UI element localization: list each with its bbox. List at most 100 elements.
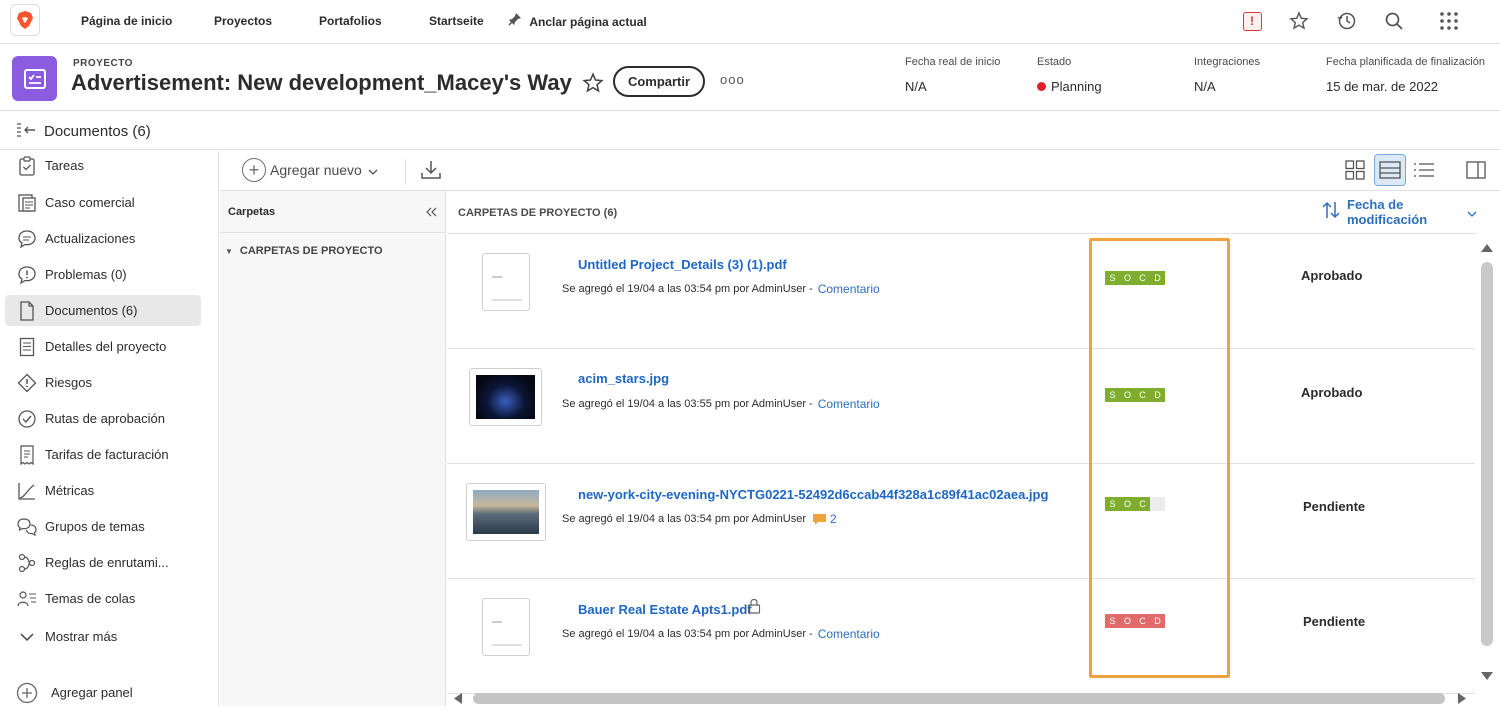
sidebar-item-label: Riesgos bbox=[45, 375, 92, 390]
favorite-star-icon[interactable] bbox=[582, 72, 604, 94]
details-icon bbox=[16, 336, 38, 358]
list-view-icon[interactable] bbox=[1408, 154, 1440, 186]
meta-label: Fecha planificada de finalización bbox=[1326, 56, 1485, 68]
sidebar-item[interactable]: Temas de colas bbox=[5, 583, 201, 614]
share-button[interactable]: Compartir bbox=[613, 66, 705, 97]
chevron-down-icon bbox=[368, 162, 378, 178]
meta-label: Integraciones bbox=[1194, 56, 1261, 68]
double-chevron-left-icon[interactable] bbox=[425, 204, 437, 220]
nav-home[interactable]: Página de inicio bbox=[81, 14, 172, 28]
nav-startseite[interactable]: Startseite bbox=[429, 14, 484, 28]
folders-title: Carpetas bbox=[228, 205, 276, 218]
scroll-left-arrow-icon[interactable] bbox=[453, 692, 463, 710]
risk-diamond-icon bbox=[16, 372, 38, 394]
comment-bubble-icon[interactable] bbox=[812, 513, 827, 526]
comment-link[interactable]: Comentario bbox=[818, 282, 880, 296]
document-name-link[interactable]: acim_stars.jpg bbox=[578, 371, 669, 386]
vertical-scrollbar[interactable] bbox=[1478, 238, 1498, 683]
status-value[interactable]: Planning bbox=[1037, 79, 1102, 94]
top-navigation: Página de inicio Proyectos Portafolios S… bbox=[0, 0, 1500, 44]
add-new-button[interactable]: + Agregar nuevo bbox=[242, 158, 378, 182]
document-row[interactable]: Bauer Real Estate Apts1.pdf Se agregó el … bbox=[447, 579, 1475, 694]
plus-circle-icon: + bbox=[242, 158, 266, 182]
comment-count[interactable]: 2 bbox=[830, 512, 837, 526]
scroll-down-arrow-icon[interactable] bbox=[1480, 668, 1494, 686]
search-icon[interactable] bbox=[1383, 10, 1405, 32]
pin-page-button[interactable]: Anclar página actual bbox=[508, 12, 647, 29]
rows-view-icon[interactable] bbox=[1374, 154, 1406, 186]
sidebar-item[interactable]: Riesgos bbox=[5, 367, 201, 398]
meta-planned-completion: Fecha planificada de finalización 15 de … bbox=[1326, 56, 1485, 94]
folder-project-folders[interactable]: ▼ CARPETAS DE PROYECTO bbox=[220, 233, 445, 257]
list-header: CARPETAS DE PROYECTO (6) Fecha de modifi… bbox=[447, 191, 1477, 234]
sidebar-item[interactable]: Caso comercial bbox=[5, 187, 201, 218]
apps-grid-icon[interactable] bbox=[1438, 10, 1460, 32]
history-icon[interactable] bbox=[1336, 10, 1358, 32]
sidebar-item-label: Detalles del proyecto bbox=[45, 339, 167, 354]
add-panel-button[interactable]: Agregar panel bbox=[5, 677, 201, 708]
sort-dropdown[interactable]: Fecha de modificación bbox=[1321, 197, 1477, 227]
add-panel-label: Agregar panel bbox=[51, 685, 133, 700]
approval-status: Pendiente bbox=[1303, 614, 1366, 629]
added-by-text: Se agregó el 19/04 a las 03:54 pm por Ad… bbox=[562, 628, 813, 640]
documents-toolbar: + Agregar nuevo bbox=[220, 151, 1500, 191]
sidebar-item-label: Mostrar más bbox=[45, 629, 118, 644]
collapse-panel-icon[interactable] bbox=[15, 122, 37, 140]
sidebar-item-label: Reglas de enrutami... bbox=[45, 555, 169, 570]
sidebar-item[interactable]: Documentos (6) bbox=[5, 295, 201, 326]
meta-value: 15 de mar. de 2022 bbox=[1326, 79, 1439, 94]
section-header: Documentos (6) bbox=[0, 112, 1500, 150]
nav-portfolios[interactable]: Portafolios bbox=[319, 14, 382, 28]
comment-link[interactable]: Comentario bbox=[818, 627, 880, 641]
document-thumbnail[interactable] bbox=[482, 598, 530, 656]
document-name-link[interactable]: Bauer Real Estate Apts1.pdf bbox=[578, 602, 752, 617]
sidebar-item[interactable]: Rutas de aprobación bbox=[5, 403, 201, 434]
document-row[interactable]: acim_stars.jpg Se agregó el 19/04 a las 0… bbox=[447, 349, 1475, 464]
document-row[interactable]: Untitled Project_Details (3) (1).pdf Se a… bbox=[447, 234, 1475, 349]
sidebar-item-label: Documentos (6) bbox=[45, 303, 138, 318]
meta-value: N/A bbox=[905, 79, 927, 94]
document-info: Se agregó el 19/04 a las 03:54 pm por Ad… bbox=[562, 282, 880, 296]
nav-projects[interactable]: Proyectos bbox=[214, 14, 272, 28]
metrics-curve-icon bbox=[16, 480, 38, 502]
brave-logo-icon[interactable] bbox=[10, 4, 40, 36]
added-by-text: Se agregó el 19/04 a las 03:54 pm por Ad… bbox=[562, 283, 813, 295]
document-name-link[interactable]: Untitled Project_Details (3) (1).pdf bbox=[578, 257, 787, 272]
scrollbar-thumb[interactable] bbox=[473, 693, 1445, 704]
added-by-text: Se agregó el 19/04 a las 03:55 pm por Ad… bbox=[562, 398, 813, 410]
sidebar-item[interactable]: Grupos de temas bbox=[5, 511, 201, 542]
sidebar-item[interactable]: Reglas de enrutami... bbox=[5, 547, 201, 578]
horizontal-scrollbar[interactable] bbox=[447, 690, 1477, 706]
topic-groups-icon bbox=[16, 516, 38, 538]
scroll-up-arrow-icon[interactable] bbox=[1480, 240, 1494, 258]
alert-icon[interactable]: ! bbox=[1241, 10, 1263, 32]
grid-view-icon[interactable] bbox=[1339, 154, 1371, 186]
scrollbar-thumb[interactable] bbox=[1481, 262, 1493, 646]
scroll-right-arrow-icon[interactable] bbox=[1457, 692, 1467, 710]
comment-link[interactable]: Comentario bbox=[818, 397, 880, 411]
star-icon[interactable] bbox=[1288, 10, 1310, 32]
sort-arrows-icon bbox=[1321, 200, 1341, 225]
left-sidebar: Tareas Caso comercial Actualizaciones Probl… bbox=[0, 151, 219, 706]
document-thumbnail[interactable] bbox=[482, 253, 530, 311]
alert-badge: ! bbox=[1242, 11, 1262, 31]
document-name-link[interactable]: new-york-city-evening-NYCTG0221-52492d6c… bbox=[578, 487, 1048, 502]
clipboard-icon bbox=[16, 155, 38, 177]
document-row[interactable]: new-york-city-evening-NYCTG0221-52492d6c… bbox=[447, 464, 1475, 579]
sidebar-item[interactable]: Actualizaciones bbox=[5, 223, 201, 254]
business-case-icon bbox=[16, 192, 38, 214]
sidebar-item[interactable]: Detalles del proyecto bbox=[5, 331, 201, 362]
image-thumbnail[interactable] bbox=[466, 483, 546, 541]
more-options-icon[interactable]: ooo bbox=[720, 72, 745, 87]
sidebar-item[interactable]: Problemas (0) bbox=[5, 259, 201, 290]
caret-down-icon: ▼ bbox=[225, 246, 233, 256]
download-icon[interactable] bbox=[420, 159, 442, 186]
side-panel-icon[interactable] bbox=[1460, 154, 1492, 186]
sidebar-item[interactable]: Mostrar más bbox=[5, 621, 201, 652]
sidebar-item[interactable]: Tarifas de facturación bbox=[5, 439, 201, 470]
sidebar-item[interactable]: Tareas bbox=[5, 150, 201, 181]
folders-panel: Carpetas ▼ CARPETAS DE PROYECTO bbox=[220, 191, 446, 706]
sidebar-item-label: Problemas (0) bbox=[45, 267, 127, 282]
sidebar-item[interactable]: Métricas bbox=[5, 475, 201, 506]
image-thumbnail[interactable] bbox=[469, 368, 542, 426]
